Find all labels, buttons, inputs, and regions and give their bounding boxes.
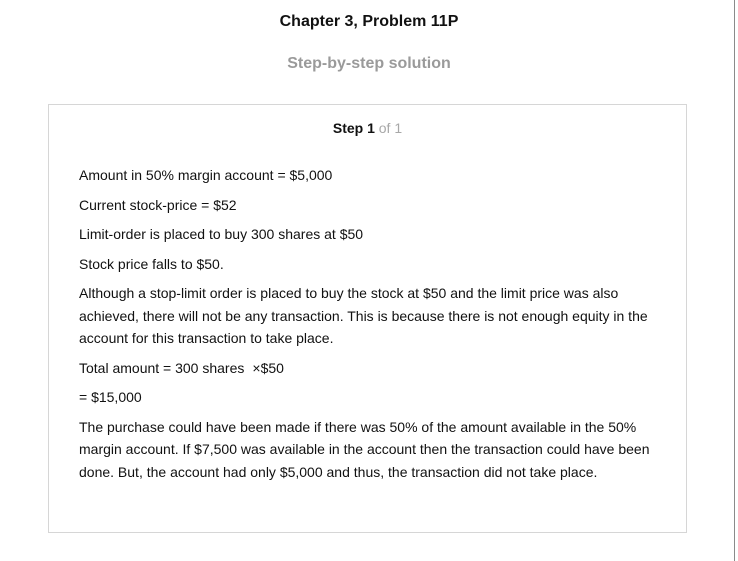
conclusion-paragraph: The purchase could have been made if the… (79, 418, 650, 480)
total-amount-line: Total amount = 300 shares ×$50 (79, 357, 657, 380)
chapter-title: Chapter 3, Problem 11P (279, 13, 459, 30)
solution-page: Chapter 3, Problem 11P Step-by-step solu… (0, 0, 738, 561)
step-header: Step 1 of 1 (49, 119, 686, 137)
total-operator: ×$50 (252, 359, 284, 376)
explanation-paragraph: Although a stop-limit order is placed to… (79, 285, 648, 346)
total-result-line: = $15,000 (79, 389, 142, 405)
margin-account-line: Amount in 50% margin account = $5,000 (79, 167, 333, 183)
price-fall-line: Stock price falls to $50. (79, 255, 224, 272)
solution-card: Step 1 of 1 Amount in 50% margin account… (48, 104, 687, 533)
right-divider (734, 0, 735, 561)
stock-price-line: Current stock-price = $52 (79, 196, 237, 213)
step-count: of 1 (378, 120, 403, 136)
limit-order-line: Limit-order is placed to buy 300 shares … (79, 226, 364, 242)
solution-content: Amount in 50% margin account = $5,000 Cu… (79, 164, 657, 490)
total-prefix: Total amount = 300 shares (79, 359, 245, 376)
step-label: Step 1 (332, 120, 375, 136)
solution-subtitle: Step-by-step solution (287, 55, 451, 72)
